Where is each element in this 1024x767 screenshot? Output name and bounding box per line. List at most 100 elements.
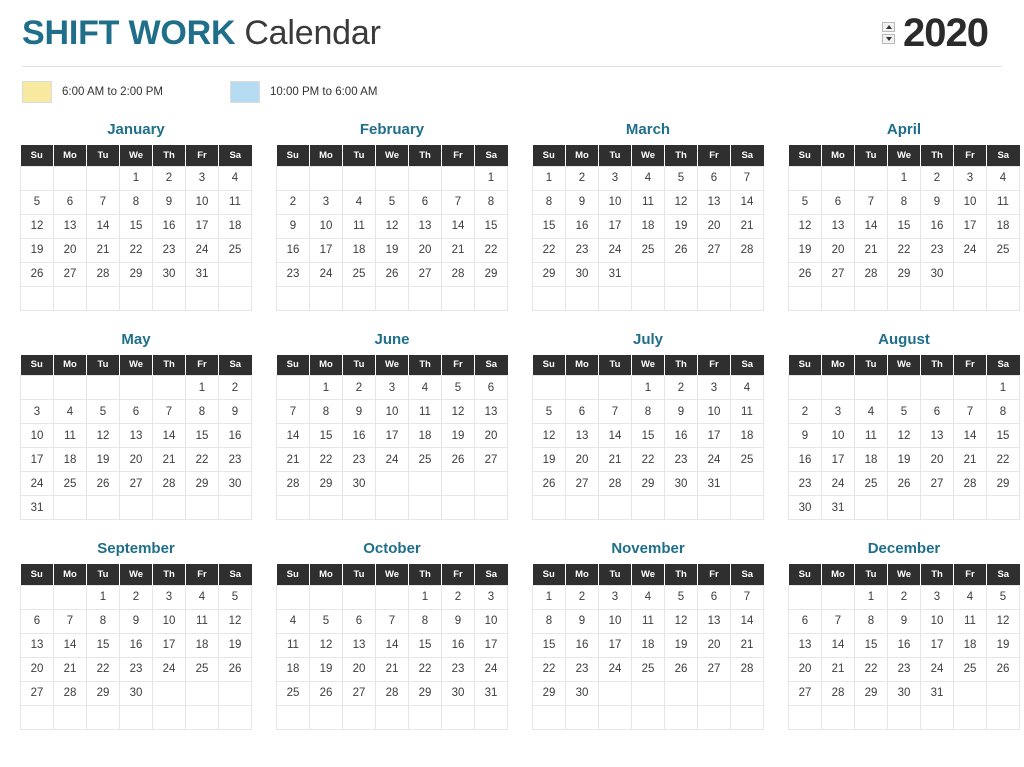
day-cell-off[interactable]: 26 bbox=[532, 471, 566, 496]
day-cell-shift-a[interactable]: 2 bbox=[441, 584, 475, 610]
day-cell-shift-a[interactable]: 27 bbox=[697, 237, 731, 263]
day-cell-shift-b[interactable]: 1 bbox=[185, 375, 219, 400]
day-cell-shift-a[interactable]: 25 bbox=[986, 237, 1020, 263]
day-cell-shift-b[interactable]: 25 bbox=[408, 447, 442, 472]
day-cell-off[interactable]: 1 bbox=[86, 584, 120, 610]
day-cell-off[interactable]: 21 bbox=[730, 213, 764, 239]
day-cell-shift-b[interactable]: 12 bbox=[788, 213, 822, 239]
day-cell-shift-b[interactable]: 4 bbox=[342, 189, 376, 215]
day-cell-off[interactable]: 24 bbox=[152, 656, 186, 682]
day-cell-off[interactable]: 5 bbox=[218, 584, 252, 610]
day-cell-shift-a[interactable]: 9 bbox=[441, 608, 475, 634]
day-cell-shift-b[interactable]: 29 bbox=[986, 471, 1020, 496]
day-cell-off[interactable]: 14 bbox=[598, 423, 632, 448]
day-cell-shift-a[interactable]: 29 bbox=[119, 261, 153, 287]
day-cell-off[interactable]: 27 bbox=[342, 680, 376, 706]
day-cell-shift-b[interactable]: 10 bbox=[598, 608, 632, 634]
day-cell-shift-a[interactable]: 17 bbox=[598, 632, 632, 658]
day-cell-off[interactable]: 11 bbox=[218, 189, 252, 215]
day-cell-shift-a[interactable]: 30 bbox=[342, 471, 376, 496]
day-cell-shift-a[interactable]: 8 bbox=[887, 189, 921, 215]
day-cell-shift-a[interactable]: 11 bbox=[408, 399, 442, 424]
day-cell-shift-b[interactable]: 23 bbox=[276, 261, 310, 287]
day-cell-shift-a[interactable]: 5 bbox=[664, 584, 698, 610]
day-cell-shift-b[interactable]: 31 bbox=[697, 471, 731, 496]
day-cell-off[interactable]: 20 bbox=[565, 447, 599, 472]
day-cell-off[interactable]: 2 bbox=[119, 584, 153, 610]
day-cell-shift-a[interactable]: 30 bbox=[441, 680, 475, 706]
day-cell-shift-a[interactable]: 3 bbox=[152, 584, 186, 610]
day-cell-shift-b[interactable]: 23 bbox=[664, 447, 698, 472]
day-cell-shift-a[interactable]: 9 bbox=[119, 608, 153, 634]
day-cell-shift-a[interactable]: 7 bbox=[375, 608, 409, 634]
day-cell-off[interactable]: 9 bbox=[342, 399, 376, 424]
day-cell-off[interactable]: 27 bbox=[821, 261, 855, 287]
day-cell-off[interactable]: 11 bbox=[276, 632, 310, 658]
day-cell-shift-b[interactable]: 18 bbox=[53, 447, 87, 472]
day-cell-shift-a[interactable]: 9 bbox=[565, 189, 599, 215]
day-cell-shift-b[interactable]: 29 bbox=[887, 261, 921, 287]
day-cell-off[interactable]: 2 bbox=[565, 165, 599, 191]
day-cell-shift-b[interactable]: 18 bbox=[218, 213, 252, 239]
day-cell-shift-b[interactable]: 28 bbox=[953, 471, 987, 496]
day-cell-off[interactable]: 13 bbox=[20, 632, 54, 658]
day-cell-shift-a[interactable]: 20 bbox=[342, 656, 376, 682]
day-cell-shift-a[interactable]: 26 bbox=[664, 237, 698, 263]
day-cell-shift-a[interactable]: 19 bbox=[441, 423, 475, 448]
day-cell-shift-b[interactable]: 18 bbox=[185, 632, 219, 658]
day-cell-shift-b[interactable]: 15 bbox=[86, 632, 120, 658]
day-cell-shift-a[interactable]: 22 bbox=[887, 237, 921, 263]
year-decrement-button[interactable] bbox=[882, 34, 896, 44]
day-cell-off[interactable]: 6 bbox=[342, 608, 376, 634]
day-cell-shift-b[interactable]: 24 bbox=[474, 656, 508, 682]
day-cell-shift-a[interactable]: 14 bbox=[86, 213, 120, 239]
day-cell-shift-b[interactable]: 9 bbox=[218, 399, 252, 424]
day-cell-shift-a[interactable]: 24 bbox=[185, 237, 219, 263]
day-cell-off[interactable]: 23 bbox=[887, 656, 921, 682]
day-cell-shift-b[interactable]: 28 bbox=[854, 261, 888, 287]
day-cell-off[interactable]: 14 bbox=[854, 213, 888, 239]
day-cell-off[interactable]: 25 bbox=[342, 261, 376, 287]
day-cell-shift-a[interactable]: 21 bbox=[53, 656, 87, 682]
day-cell-shift-a[interactable]: 13 bbox=[53, 213, 87, 239]
day-cell-off[interactable]: 25 bbox=[218, 237, 252, 263]
day-cell-shift-b[interactable]: 23 bbox=[441, 656, 475, 682]
day-cell-off[interactable]: 13 bbox=[119, 423, 153, 448]
day-cell-off[interactable]: 1 bbox=[532, 165, 566, 191]
day-cell-off[interactable]: 2 bbox=[276, 189, 310, 215]
day-cell-off[interactable]: 10 bbox=[375, 399, 409, 424]
day-cell-off[interactable]: 4 bbox=[986, 165, 1020, 191]
day-cell-off[interactable]: 14 bbox=[730, 608, 764, 634]
day-cell-shift-b[interactable]: 24 bbox=[375, 447, 409, 472]
day-cell-off[interactable]: 8 bbox=[532, 189, 566, 215]
day-cell-off[interactable]: 22 bbox=[309, 447, 343, 472]
day-cell-shift-a[interactable]: 12 bbox=[441, 399, 475, 424]
day-cell-shift-b[interactable]: 27 bbox=[53, 261, 87, 287]
day-cell-off[interactable]: 31 bbox=[474, 680, 508, 706]
day-cell-off[interactable]: 8 bbox=[986, 399, 1020, 424]
day-cell-shift-a[interactable]: 29 bbox=[631, 471, 665, 496]
day-cell-shift-a[interactable]: 6 bbox=[697, 584, 731, 610]
day-cell-shift-a[interactable]: 13 bbox=[920, 423, 954, 448]
day-cell-off[interactable]: 21 bbox=[86, 237, 120, 263]
day-cell-shift-b[interactable]: 11 bbox=[631, 608, 665, 634]
day-cell-shift-b[interactable]: 11 bbox=[953, 608, 987, 634]
day-cell-off[interactable]: 5 bbox=[20, 189, 54, 215]
day-cell-shift-a[interactable]: 4 bbox=[218, 165, 252, 191]
day-cell-off[interactable]: 22 bbox=[986, 447, 1020, 472]
day-cell-off[interactable]: 18 bbox=[986, 213, 1020, 239]
day-cell-shift-a[interactable]: 7 bbox=[953, 399, 987, 424]
day-cell-off[interactable]: 25 bbox=[53, 471, 87, 496]
day-cell-off[interactable]: 27 bbox=[920, 471, 954, 496]
day-cell-shift-b[interactable]: 10 bbox=[920, 608, 954, 634]
day-cell-shift-a[interactable]: 1 bbox=[408, 584, 442, 610]
day-cell-off[interactable]: 19 bbox=[218, 632, 252, 658]
day-cell-off[interactable]: 31 bbox=[20, 495, 54, 520]
day-cell-off[interactable]: 28 bbox=[53, 680, 87, 706]
day-cell-off[interactable]: 12 bbox=[20, 213, 54, 239]
day-cell-shift-a[interactable]: 23 bbox=[920, 237, 954, 263]
day-cell-shift-a[interactable]: 3 bbox=[920, 584, 954, 610]
day-cell-shift-a[interactable]: 23 bbox=[119, 656, 153, 682]
day-cell-shift-a[interactable]: 26 bbox=[375, 261, 409, 287]
day-cell-shift-b[interactable]: 6 bbox=[408, 189, 442, 215]
